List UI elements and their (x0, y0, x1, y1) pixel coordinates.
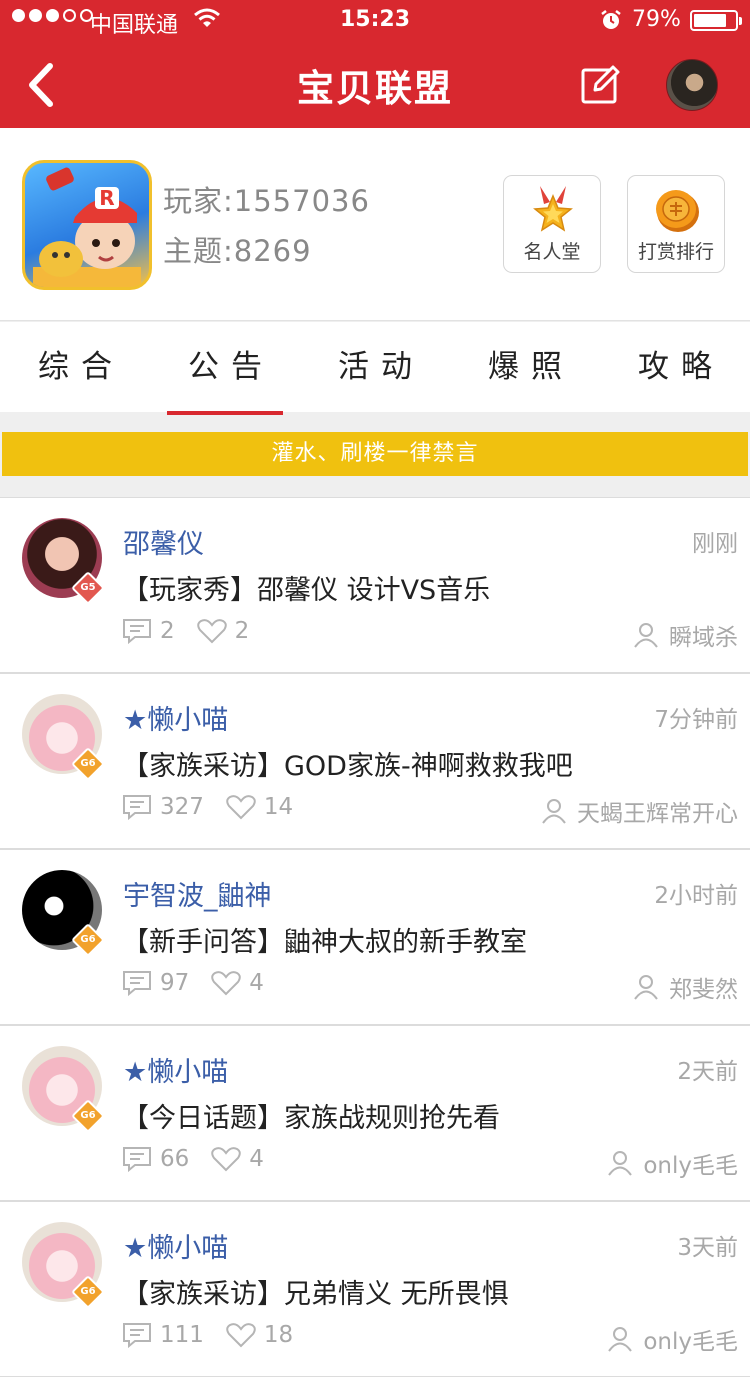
post-item[interactable]: G5 邵馨仪 刚刚 【玩家秀】邵馨仪 设计VS音乐 2 2 瞬域杀 (0, 497, 750, 673)
tab-photos[interactable]: 爆照 (450, 322, 600, 412)
post-title[interactable]: 【今日话题】家族战规则抢先看 (122, 1096, 500, 1135)
like-count: 2 (234, 618, 250, 644)
author-name[interactable]: only毛毛 (643, 1146, 738, 1180)
notice-banner: 灌水、刷楼一律禁言 (2, 432, 748, 476)
comment-icon (123, 619, 151, 644)
post-username[interactable]: ★懒小喵 (123, 1050, 228, 1089)
post-list: G5 邵馨仪 刚刚 【玩家秀】邵馨仪 设计VS音乐 2 2 瞬域杀 G6 ★懒小… (0, 497, 750, 1377)
post-stats: 111 18 (122, 1322, 293, 1348)
game-logo: R (22, 160, 152, 290)
user-icon (634, 975, 658, 1000)
post-title[interactable]: 【家族采访】兄弟情义 无所畏惧 (122, 1272, 509, 1311)
user-avatar[interactable] (666, 59, 718, 111)
post-username[interactable]: ★懒小喵 (123, 698, 228, 737)
like-count: 18 (263, 1322, 294, 1348)
top-bar: 中国联通 15:23 79% 宝贝联盟 (0, 0, 750, 128)
status-bar: 中国联通 15:23 79% (0, 0, 750, 40)
post-title[interactable]: 【家族采访】GOD家族-神啊救救我吧 (122, 744, 573, 783)
like-count: 14 (263, 794, 294, 820)
author-name[interactable]: 瞬域杀 (669, 618, 738, 652)
post-title[interactable]: 【新手问答】鼬神大叔的新手教室 (122, 920, 527, 959)
post-time: 7分钟前 (654, 707, 738, 733)
post-item[interactable]: G6 ★懒小喵 7分钟前 【家族采访】GOD家族-神啊救救我吧 327 14 天… (0, 673, 750, 849)
user-icon (608, 1327, 633, 1352)
game-header: R 玩家:1557036 主题:8269 名人堂 打赏排行 (0, 128, 750, 321)
post-stats: 327 14 (122, 794, 293, 820)
comment-icon (123, 1147, 151, 1172)
author-name[interactable]: only毛毛 (643, 1322, 738, 1356)
post-title[interactable]: 【玩家秀】邵馨仪 设计VS音乐 (122, 568, 490, 607)
comment-icon (123, 1323, 151, 1348)
svg-text:R: R (99, 186, 114, 210)
heart-icon[interactable] (226, 794, 256, 820)
post-author: only毛毛 (607, 1146, 738, 1180)
post-stats: 66 4 (122, 1146, 264, 1172)
comment-count: 97 (160, 970, 190, 996)
post-item[interactable]: G6 宇智波_鼬神 2小时前 【新手问答】鼬神大叔的新手教室 97 4 郑斐然 (0, 849, 750, 1025)
comment-icon (123, 795, 151, 820)
coin-icon (656, 190, 699, 232)
tab-comprehensive[interactable]: 综合 (0, 322, 150, 412)
battery-percent: 79% (632, 7, 681, 32)
reward-ranking-button[interactable]: 打赏排行 (627, 175, 725, 273)
heart-icon[interactable] (211, 1146, 242, 1172)
post-stats: 2 2 (122, 618, 249, 644)
like-count: 4 (249, 970, 264, 996)
heart-icon[interactable] (196, 618, 227, 644)
hall-of-fame-button[interactable]: 名人堂 (503, 175, 601, 273)
heart-icon[interactable] (226, 1322, 256, 1348)
page-title: 宝贝联盟 (297, 67, 453, 110)
post-time: 2小时前 (654, 883, 738, 909)
post-username[interactable]: ★懒小喵 (123, 1226, 228, 1265)
comment-count: 111 (160, 1322, 204, 1348)
post-time: 3天前 (677, 1235, 738, 1261)
tab-announcements[interactable]: 公告 (150, 322, 300, 415)
user-icon (542, 799, 566, 824)
comment-count: 327 (160, 794, 204, 820)
author-name[interactable]: 郑斐然 (669, 970, 738, 1004)
comment-count: 2 (160, 618, 175, 644)
like-count: 4 (249, 1146, 264, 1172)
comment-icon (123, 971, 151, 996)
user-icon (634, 623, 658, 648)
medal-icon (533, 186, 573, 232)
post-author: only毛毛 (607, 1322, 738, 1356)
user-icon (608, 1151, 633, 1176)
post-author: 郑斐然 (633, 970, 738, 1004)
post-username[interactable]: 宇智波_鼬神 (123, 874, 272, 913)
category-tabs: 综合 公告 活动 爆照 攻略 (0, 322, 750, 415)
reward-ranking-label: 打赏排行 (637, 241, 714, 263)
post-author: 瞬域杀 (633, 618, 738, 652)
post-author: 天蝎王辉常开心 (541, 794, 738, 828)
post-time: 2天前 (677, 1059, 738, 1085)
tab-guides[interactable]: 攻略 (600, 322, 750, 412)
player-count: 玩家:1557036 (163, 184, 370, 218)
post-item[interactable]: G6 ★懒小喵 2天前 【今日话题】家族战规则抢先看 66 4 only毛毛 (0, 1025, 750, 1201)
topic-count: 主题:8269 (163, 234, 312, 268)
hall-of-fame-label: 名人堂 (523, 241, 581, 263)
post-time: 刚刚 (692, 531, 738, 557)
battery-icon (690, 10, 742, 31)
edit-icon[interactable] (580, 63, 622, 105)
comment-count: 66 (160, 1146, 190, 1172)
tab-events[interactable]: 活动 (300, 322, 450, 412)
post-item[interactable]: G6 ★懒小喵 3天前 【家族采访】兄弟情义 无所畏惧 111 18 only毛… (0, 1201, 750, 1377)
post-stats: 97 4 (122, 970, 264, 996)
heart-icon[interactable] (211, 970, 242, 996)
author-name[interactable]: 天蝎王辉常开心 (577, 794, 738, 828)
alarm-icon (601, 10, 621, 29)
post-username[interactable]: 邵馨仪 (123, 522, 204, 561)
